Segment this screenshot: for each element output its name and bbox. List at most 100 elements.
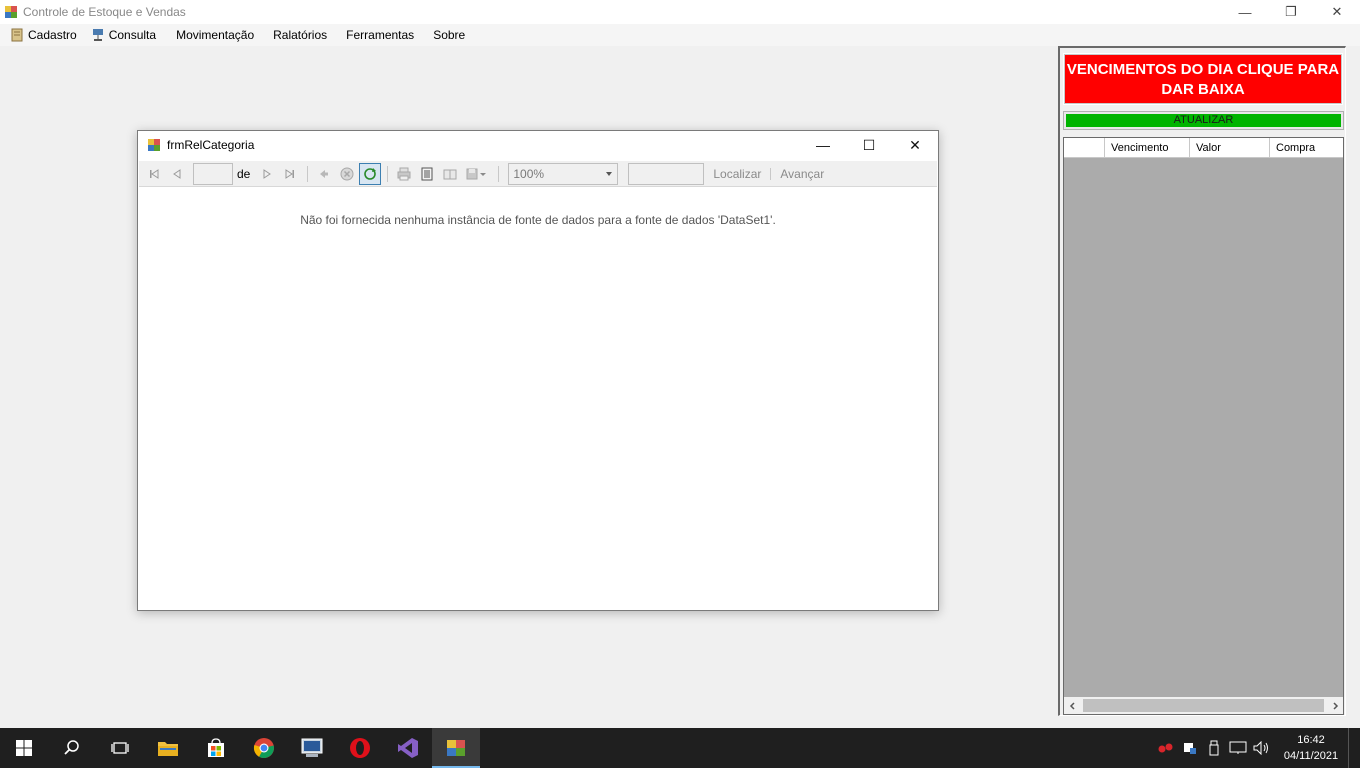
scroll-left-icon[interactable] — [1064, 697, 1081, 714]
page-setup-button[interactable] — [439, 163, 461, 185]
print-layout-icon — [421, 167, 433, 180]
scroll-right-icon[interactable] — [1326, 697, 1343, 714]
app-icon — [447, 740, 465, 756]
window-title: Controle de Estoque e Vendas — [23, 5, 186, 19]
defender-icon[interactable] — [1178, 728, 1202, 768]
app-icon — [4, 5, 18, 19]
save-dropdown-icon — [466, 168, 487, 179]
first-page-icon — [150, 168, 159, 179]
toolbar-separator — [498, 165, 500, 182]
form-icon — [147, 138, 161, 152]
export-button[interactable] — [462, 163, 492, 185]
grid-col-compra[interactable]: Compra — [1270, 138, 1343, 158]
find-separator — [770, 167, 772, 180]
find-text-input[interactable] — [628, 162, 705, 185]
report-message: Não foi fornecida nenhuma instância de f… — [300, 213, 776, 227]
report-toolbar: de 100% Localizar Avançar — [139, 161, 937, 187]
due-grid[interactable]: Vencimento Valor Compra — [1063, 137, 1344, 715]
task-view-button[interactable] — [96, 728, 144, 768]
clock-date: 04/11/2021 — [1283, 750, 1339, 762]
page-setup-icon — [443, 169, 457, 179]
previous-page-button[interactable] — [166, 163, 188, 185]
menu-ferramentas[interactable]: Ferramentas — [337, 24, 424, 46]
search-button[interactable] — [48, 728, 96, 768]
menu-relatorios[interactable]: Ralatórios — [264, 24, 337, 46]
volume-icon[interactable] — [1250, 728, 1274, 768]
taskbar-file-explorer[interactable] — [144, 728, 192, 768]
stop-button[interactable] — [336, 163, 358, 185]
scroll-thumb[interactable] — [1083, 699, 1324, 712]
system-tray: 16:42 04/11/2021 — [1154, 728, 1360, 768]
print-icon — [397, 167, 411, 180]
next-page-button[interactable] — [256, 163, 278, 185]
main-titlebar: Controle de Estoque e Vendas — ❐ ✕ — [0, 0, 1360, 24]
task-view-icon — [111, 742, 129, 754]
toolbar-separator — [387, 165, 389, 182]
visual-studio-icon — [398, 738, 418, 758]
child-close-button[interactable]: ✕ — [892, 131, 938, 159]
taskbar-opera[interactable] — [336, 728, 384, 768]
monitor-icon — [301, 738, 323, 757]
menu-movimentacao[interactable]: Movimentação — [166, 24, 264, 46]
start-button[interactable] — [0, 728, 48, 768]
due-today-button[interactable]: VENCIMENTOS DO DIA CLIQUE PARA DAR BAIXA — [1063, 53, 1343, 105]
print-layout-button[interactable] — [416, 163, 438, 185]
restore-button[interactable]: ❐ — [1268, 0, 1314, 24]
taskbar-visual-studio[interactable] — [384, 728, 432, 768]
close-button[interactable]: ✕ — [1314, 0, 1360, 24]
opera-icon — [350, 738, 370, 758]
network-icon[interactable] — [1226, 728, 1250, 768]
last-page-button[interactable] — [279, 163, 301, 185]
refresh-button[interactable] — [359, 162, 382, 185]
grid-col-valor[interactable]: Valor — [1190, 138, 1270, 158]
search-icon — [64, 740, 79, 755]
minimize-button[interactable]: — — [1222, 0, 1268, 24]
usb-device-icon[interactable] — [1202, 728, 1226, 768]
child-maximize-button[interactable]: ☐ — [846, 131, 892, 159]
taskbar-clock[interactable]: 16:42 04/11/2021 — [1278, 732, 1344, 764]
menu-consulta-label: Consulta — [108, 28, 157, 42]
zoom-select[interactable]: 100% — [508, 162, 619, 185]
report-window-titlebar: frmRelCategoria — ☐ ✕ — [138, 131, 938, 159]
grid-header: Vencimento Valor Compra — [1064, 138, 1343, 158]
child-minimize-button[interactable]: — — [800, 131, 846, 159]
grid-horizontal-scrollbar[interactable] — [1064, 697, 1343, 714]
menu-relatorios-label: Ralatórios — [273, 28, 328, 42]
back-arrow-icon — [320, 169, 329, 178]
chrome-icon — [253, 738, 274, 758]
previous-page-icon — [173, 168, 181, 179]
menu-sobre-label: Sobre — [433, 28, 466, 42]
refresh-icon — [364, 167, 377, 180]
find-next-link[interactable]: Avançar — [780, 167, 824, 181]
windows-logo-icon — [16, 740, 32, 756]
find-link[interactable]: Localizar — [713, 167, 761, 181]
show-desktop-button[interactable] — [1348, 728, 1360, 768]
menu-ferramentas-label: Ferramentas — [346, 28, 415, 42]
current-page-input[interactable] — [193, 162, 233, 185]
menu-cadastro-label: Cadastro — [28, 28, 77, 42]
grid-row-header-col[interactable] — [1064, 138, 1105, 158]
taskbar-network-app[interactable] — [288, 728, 336, 768]
menu-sobre[interactable]: Sobre — [424, 24, 475, 46]
update-button[interactable]: ATUALIZAR — [1064, 112, 1343, 129]
due-panel: VENCIMENTOS DO DIA CLIQUE PARA DAR BAIXA… — [1058, 46, 1346, 716]
network-icon — [91, 28, 105, 42]
first-page-button[interactable] — [143, 163, 165, 185]
taskbar-chrome[interactable] — [240, 728, 288, 768]
notebook-icon — [10, 28, 24, 42]
taskbar: 16:42 04/11/2021 — [0, 728, 1360, 768]
menu-consulta[interactable]: Consulta — [87, 24, 166, 46]
back-button[interactable] — [313, 163, 335, 185]
taskbar-store[interactable] — [192, 728, 240, 768]
zoom-value: 100% — [513, 166, 545, 181]
chevron-down-icon — [606, 171, 613, 176]
print-button[interactable] — [393, 163, 415, 185]
menu-bar: Cadastro Consulta Movimentação Ralatório… — [0, 24, 1360, 46]
stop-icon — [340, 167, 354, 180]
antivirus-icon[interactable] — [1154, 728, 1178, 768]
toolbar-separator — [307, 165, 309, 182]
grid-col-vencimento[interactable]: Vencimento — [1105, 138, 1190, 158]
taskbar-estoque-app[interactable] — [432, 728, 480, 768]
menu-cadastro[interactable]: Cadastro — [6, 24, 87, 46]
next-page-icon — [263, 168, 272, 179]
